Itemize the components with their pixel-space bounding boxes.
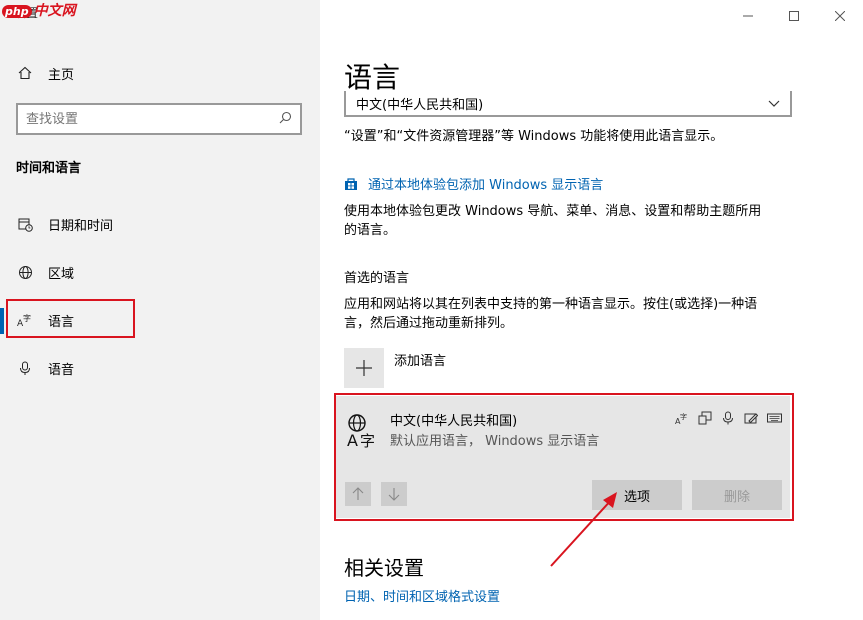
search-icon bbox=[279, 111, 292, 128]
display-language-note: “设置”和“文件资源管理器”等 Windows 功能将使用此语言显示。 bbox=[344, 129, 724, 144]
sidebar-item-speech[interactable]: 语音 bbox=[0, 348, 320, 388]
sidebar-item-label: 主页 bbox=[48, 67, 75, 83]
calendar-clock-icon bbox=[16, 215, 34, 233]
home-icon bbox=[16, 64, 34, 82]
preferred-languages-desc: 应用和网站将以其在列表中支持的第一种语言显示。按住(或选择)一种语 言，然后通过… bbox=[344, 297, 758, 331]
sidebar-section-title: 时间和语言 bbox=[16, 161, 82, 176]
close-icon bbox=[835, 11, 845, 21]
annotation-highlight-language bbox=[6, 299, 135, 338]
chevron-down-icon bbox=[768, 100, 780, 107]
local-experience-link[interactable]: 通过本地体验包添加 Windows 显示语言 bbox=[344, 174, 603, 193]
maximize-button[interactable] bbox=[782, 4, 806, 28]
minimize-icon bbox=[743, 15, 753, 17]
sidebar-item-label: 日期和时间 bbox=[48, 218, 114, 234]
annotation-arrow bbox=[550, 492, 617, 567]
preferred-languages-title: 首选的语言 bbox=[344, 271, 410, 286]
local-experience-desc: 使用本地体验包更改 Windows 导航、菜单、消息、设置和帮助主题所用 的语言… bbox=[344, 204, 762, 238]
store-icon bbox=[345, 177, 357, 190]
sidebar-item-date-time[interactable]: 日期和时间 bbox=[0, 204, 320, 244]
close-button[interactable] bbox=[828, 4, 852, 28]
watermark-logo: php 中文网 bbox=[2, 0, 76, 20]
page-title: 语言 bbox=[344, 61, 401, 94]
sidebar-item-label: 区域 bbox=[48, 266, 75, 282]
search-input[interactable] bbox=[26, 111, 266, 127]
add-language-label: 添加语言 bbox=[394, 354, 447, 369]
sidebar-item-label: 语音 bbox=[48, 362, 75, 378]
sidebar: 设置 php中文网 主页 时间和语言 日期和时间 区域 A字 语言 bbox=[0, 0, 320, 620]
minimize-button[interactable] bbox=[736, 4, 760, 28]
dropdown-value: 中文(中华人民共和国) bbox=[356, 97, 484, 113]
sidebar-item-region[interactable]: 区域 bbox=[0, 252, 320, 292]
sidebar-item-home[interactable]: 主页 bbox=[0, 53, 320, 93]
search-box[interactable] bbox=[16, 103, 302, 135]
add-language-button[interactable]: 添加语言 bbox=[344, 348, 446, 388]
maximize-icon bbox=[789, 11, 799, 21]
related-settings-title: 相关设置 bbox=[344, 556, 424, 580]
globe-icon bbox=[16, 263, 34, 281]
display-language-dropdown[interactable]: 中文(中华人民共和国) bbox=[344, 91, 792, 117]
date-time-region-link[interactable]: 日期、时间和区域格式设置 bbox=[344, 586, 500, 605]
plus-icon bbox=[344, 348, 384, 388]
microphone-icon bbox=[16, 359, 34, 377]
